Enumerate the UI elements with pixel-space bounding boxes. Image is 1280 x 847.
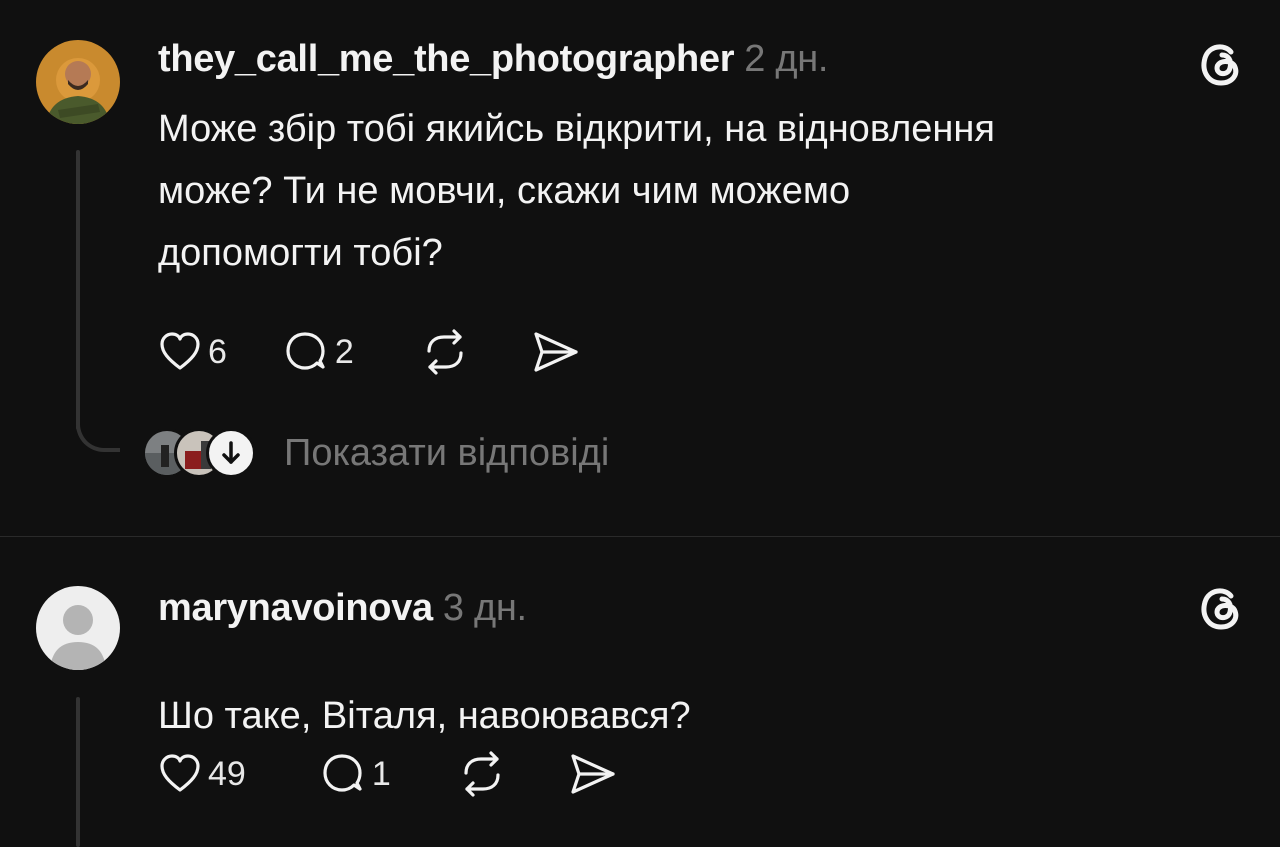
share-button[interactable] [532,327,580,377]
show-replies-row[interactable]: Показати відповіді [142,428,609,478]
username[interactable]: they_call_me_the_photographer 2 дн. [158,38,828,81]
reply-count: 1 [371,754,391,793]
comment-bubble-icon [323,754,362,792]
comment-bubble-icon [286,332,325,370]
threads-logo-icon[interactable] [1195,582,1245,632]
comment-text-line: допомогти тобі? [158,232,443,274]
avatar[interactable] [36,40,120,124]
send-icon [534,332,578,372]
comment-text-line: Може збір тобі якийсь відкрити, на відно… [158,108,995,150]
timestamp: 3 дн. [442,587,527,629]
thread-line [76,697,80,847]
show-replies-link[interactable]: Показати відповіді [284,432,609,475]
send-icon [571,754,615,794]
reply-count: 2 [334,332,354,371]
username[interactable]: marynavoinova 3 дн. [158,587,527,630]
reply-button[interactable]: 2 [283,327,354,377]
comment-post: marynavoinova 3 дн. Шо таке, Віталя, наво… [0,537,1280,847]
thread-line [76,150,80,430]
comment-post: they_call_me_the_photographer 2 дн. Може … [0,0,1280,536]
action-bar: 49 1 [158,749,617,799]
action-bar: 6 2 [158,327,580,377]
share-button[interactable] [569,749,617,799]
arrow-down-icon [222,441,240,464]
comment-text-line: може? Ти не мовчи, скажи чим можемо [158,170,851,212]
like-count: 6 [208,332,227,371]
repost-icon [427,329,463,375]
threads-logo-icon[interactable] [1195,38,1245,88]
repost-button[interactable] [420,327,470,377]
comment-text: Шо таке, Віталя, навоювався? [158,685,1218,747]
like-button[interactable]: 6 [158,327,227,377]
reply-button[interactable]: 1 [320,749,391,799]
expand-replies[interactable] [206,428,256,478]
repost-button[interactable] [457,749,507,799]
thread-line-curve [76,400,120,452]
avatar[interactable] [36,586,120,670]
like-count: 49 [208,754,246,793]
repost-icon [464,751,500,797]
comment-text: Може збір тобі якийсь відкрити, на відно… [158,98,1218,284]
heart-icon [160,332,200,370]
timestamp: 2 дн. [744,38,829,80]
heart-icon [160,754,200,792]
comment-text-line: Шо таке, Віталя, навоювався? [158,695,691,737]
like-button[interactable]: 49 [158,749,246,799]
